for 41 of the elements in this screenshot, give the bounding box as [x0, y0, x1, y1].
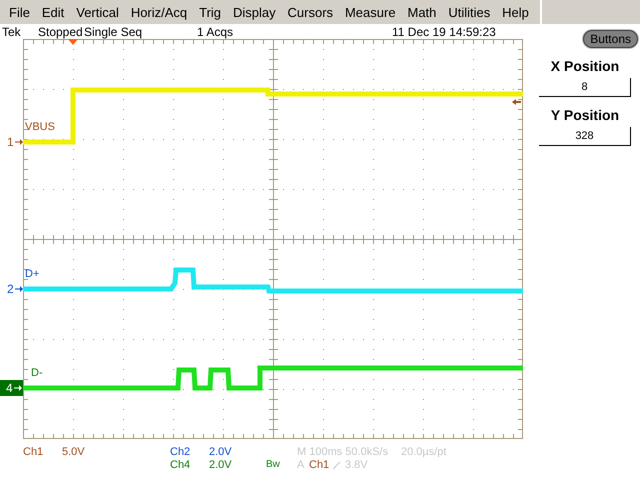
channel-scale: 2.0V [209, 458, 233, 470]
trace-label: D+ [25, 268, 40, 280]
acquisition-count: 1 Acqs [197, 24, 234, 38]
menu-item[interactable]: File [6, 2, 33, 22]
run-state: Stopped [38, 24, 84, 38]
menu-item[interactable]: Display [230, 2, 279, 22]
channel-marker[interactable]: 2 [0, 281, 23, 297]
rising-slope-icon [333, 460, 341, 468]
trigger-level-icon [512, 99, 521, 105]
trigger-source: Ch1 [309, 458, 330, 470]
channel-name: Ch2 [170, 446, 192, 458]
acquisition-mode: Single Seq [84, 24, 144, 38]
buttons-toggle[interactable]: Buttons [583, 30, 638, 48]
arrow-icon [14, 385, 22, 391]
menu-item[interactable]: Utilities [445, 2, 494, 22]
menu-item[interactable]: Help [499, 2, 532, 22]
channel-marker[interactable]: 4 [0, 380, 23, 396]
menu-item[interactable]: Measure [342, 2, 399, 22]
channel-name: Ch1 [23, 446, 44, 458]
field-label: X Position [550, 58, 620, 76]
date-time: 11 Dec 19 14:59:23 [392, 24, 496, 38]
arrow-icon [14, 139, 23, 145]
channel-scale: 5.0V [62, 446, 86, 458]
channel-name: Ch4 [170, 458, 192, 470]
brand-label: Tek [2, 24, 22, 38]
field-label: Y Position [550, 107, 620, 125]
menu-item[interactable]: Cursors [284, 2, 336, 22]
menu-item[interactable]: Trig [196, 2, 224, 22]
channel-marker[interactable]: 1 [0, 134, 23, 150]
arrow-icon [14, 286, 23, 292]
menu-item[interactable]: Edit [38, 2, 68, 22]
trace-label: D- [31, 367, 43, 379]
trace-label: VBUS [25, 121, 55, 133]
trigger-position-icon [68, 39, 78, 45]
menu-item[interactable]: Horiz/Acq [128, 2, 190, 22]
value-field[interactable]: 328 [539, 127, 631, 146]
bandwidth-indicator: Bw [266, 459, 281, 470]
channel-scale: 2.0V [209, 446, 233, 458]
menu-item[interactable]: Vertical [73, 2, 122, 22]
value-field[interactable]: 8 [539, 78, 631, 97]
menu-item[interactable]: Math [404, 2, 440, 22]
